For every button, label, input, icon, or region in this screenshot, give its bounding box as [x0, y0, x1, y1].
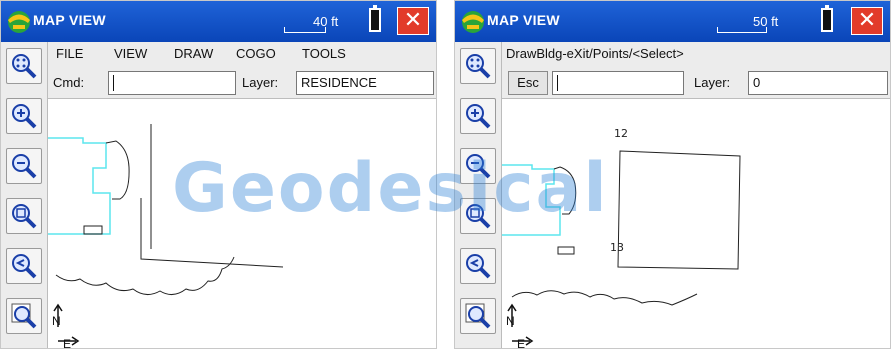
esc-button[interactable]: Esc — [508, 71, 548, 95]
battery-icon — [369, 5, 381, 32]
menu-file[interactable]: FILE — [56, 46, 83, 61]
zoom-toolbar — [455, 42, 502, 348]
zoom-realtime-icon — [11, 303, 37, 329]
zoom-in-button[interactable] — [6, 98, 42, 134]
menu-cogo[interactable]: COGO — [236, 46, 276, 61]
north-arrow-icon: N E — [506, 303, 534, 349]
zoom-out-icon — [12, 154, 37, 179]
zoom-in-icon — [466, 104, 491, 129]
cmd-input[interactable] — [108, 71, 236, 95]
layer-label: Layer: — [694, 75, 731, 90]
parcel-boundary — [48, 137, 111, 235]
map-view-window-left: MAP VIEW 40 ft ✕ FILE VIEW DRAW COGO TOO… — [0, 0, 437, 349]
layer-label: Layer: — [242, 75, 279, 90]
point-label-13: 13 — [610, 241, 624, 254]
zoom-extents-icon — [12, 54, 37, 79]
zoom-out-button[interactable] — [460, 148, 496, 184]
command-prompt: DrawBldg-eXit/Points/<Select> — [506, 46, 684, 61]
zoom-in-button[interactable] — [460, 98, 496, 134]
svg-text:N: N — [506, 314, 515, 328]
zoom-previous-icon — [466, 254, 491, 279]
svg-text:E: E — [517, 337, 525, 349]
menu-tools[interactable]: TOOLS — [302, 46, 346, 61]
svg-text:N: N — [52, 314, 61, 328]
menu-view[interactable]: VIEW — [114, 46, 147, 61]
map-canvas[interactable]: N E — [48, 99, 436, 348]
point-label-12: 12 — [614, 127, 628, 140]
zoom-extents-button[interactable] — [460, 48, 496, 84]
zoom-extents-icon — [466, 54, 491, 79]
scale-bar — [717, 27, 767, 33]
layer-field[interactable]: 0 — [748, 71, 888, 95]
cmd-label: Cmd: — [53, 75, 85, 90]
zoom-toolbar — [1, 42, 48, 348]
zoom-window-icon — [12, 204, 37, 229]
map-drawing: N E — [48, 124, 284, 349]
zoom-realtime-button[interactable] — [460, 298, 496, 334]
layer-field[interactable]: RESIDENCE — [296, 71, 434, 95]
app-logo-icon — [8, 11, 30, 33]
zoom-window-button[interactable] — [6, 198, 42, 234]
linework — [511, 150, 741, 306]
zoom-in-icon — [12, 104, 37, 129]
parcel-boundary — [502, 164, 561, 236]
zoom-window-icon — [466, 204, 491, 229]
scale-bar — [284, 27, 326, 33]
close-button[interactable]: ✕ — [851, 7, 883, 35]
zoom-out-icon — [466, 154, 491, 179]
zoom-previous-icon — [12, 254, 37, 279]
window-title: MAP VIEW — [33, 12, 106, 28]
zoom-window-button[interactable] — [460, 198, 496, 234]
zoom-realtime-icon — [465, 303, 491, 329]
menu-draw[interactable]: DRAW — [174, 46, 213, 61]
map-drawing: N E — [502, 150, 741, 349]
cmd-input[interactable] — [552, 71, 684, 95]
app-logo-icon — [462, 11, 484, 33]
map-view-window-right: MAP VIEW 50 ft ✕ DrawBldg-eXit/Points/<S… — [454, 0, 891, 349]
north-arrow-icon: N E — [52, 303, 80, 349]
command-area: DrawBldg-eXit/Points/<Select> Esc Layer:… — [502, 42, 890, 99]
zoom-extents-button[interactable] — [6, 48, 42, 84]
window-title: MAP VIEW — [487, 12, 560, 28]
svg-text:E: E — [63, 337, 71, 349]
map-canvas[interactable]: N E 12 13 — [502, 99, 890, 348]
command-area: FILE VIEW DRAW COGO TOOLS Cmd: Layer: RE… — [48, 42, 436, 99]
title-bar: MAP VIEW 40 ft ✕ — [1, 1, 436, 42]
linework — [55, 124, 284, 295]
zoom-out-button[interactable] — [6, 148, 42, 184]
close-button[interactable]: ✕ — [397, 7, 429, 35]
zoom-realtime-button[interactable] — [6, 298, 42, 334]
battery-icon — [821, 5, 833, 32]
zoom-previous-button[interactable] — [6, 248, 42, 284]
title-bar: MAP VIEW 50 ft ✕ — [455, 1, 890, 42]
zoom-previous-button[interactable] — [460, 248, 496, 284]
